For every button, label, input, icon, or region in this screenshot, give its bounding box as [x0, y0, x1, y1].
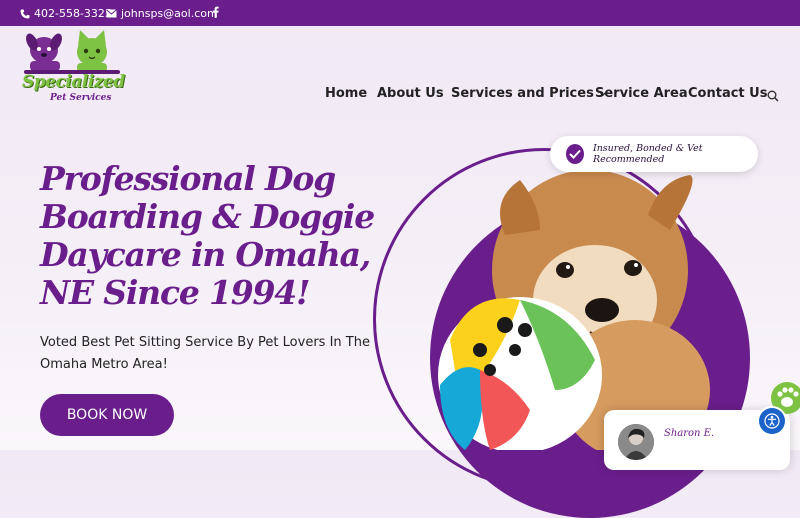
cat-logo-icon	[77, 30, 107, 72]
nav-services-and-prices[interactable]: Services and Prices	[451, 86, 607, 101]
hero-title-line: Daycare in Omaha,	[40, 235, 371, 274]
top-bar: 402-558-3325 johnsps@aol.com	[0, 0, 800, 26]
nav-service-area[interactable]: Service Area	[595, 86, 688, 101]
hero-title: Professional Dog Boarding & Doggie Dayca…	[40, 160, 380, 312]
nav-contact-us[interactable]: Contact Us	[688, 86, 767, 101]
phone-icon	[20, 9, 30, 18]
reviewer-avatar	[618, 424, 654, 460]
nav-contact-us-label: Contact Us	[688, 86, 768, 101]
nav-about-us[interactable]: About Us	[377, 86, 444, 101]
facebook-icon	[212, 6, 219, 18]
hero-title-line: Professional Dog	[40, 159, 336, 198]
facebook-link[interactable]	[212, 6, 219, 18]
reviewer-name: Sharon E.	[664, 428, 715, 439]
site-header: Specialized Pet Services Home About Us S…	[0, 26, 800, 116]
puppy-with-ball-image	[438, 170, 710, 450]
hero-title-line: Boarding & Doggie	[40, 197, 375, 236]
nav-service-area-label: Service Area	[595, 86, 688, 101]
dog-logo-icon	[26, 33, 62, 71]
site-logo[interactable]: Specialized Pet Services	[20, 28, 125, 110]
trust-badge: Insured, Bonded & Vet Recommended	[550, 136, 758, 172]
phone-number: 402-558-3325	[34, 7, 112, 20]
phone-link[interactable]: 402-558-3325	[20, 7, 112, 20]
logo-tagline: Pet Services	[50, 93, 112, 103]
hero-subtitle: Voted Best Pet Sitting Service By Pet Lo…	[40, 335, 370, 372]
nav-services-label: Services and Prices	[451, 86, 594, 101]
email-address: johnsps@aol.com	[121, 7, 218, 20]
nav-home[interactable]: Home	[325, 86, 367, 101]
book-now-button[interactable]: BOOK NOW	[40, 394, 174, 436]
book-now-label: BOOK NOW	[66, 407, 148, 423]
hero-title-line: NE Since 1994!	[40, 273, 310, 312]
nav-about-us-label: About Us	[377, 86, 444, 101]
search-button[interactable]	[767, 87, 779, 106]
envelope-icon	[106, 9, 117, 18]
logo-wordmark: Specialized	[22, 72, 125, 92]
accessibility-button[interactable]	[759, 408, 785, 434]
trust-badge-text: Insured, Bonded & Vet Recommended	[592, 143, 703, 165]
search-icon	[767, 90, 779, 102]
email-link[interactable]: johnsps@aol.com	[106, 7, 218, 20]
check-icon	[566, 144, 584, 164]
accessibility-icon	[764, 413, 780, 429]
nav-home-label: Home	[325, 86, 368, 101]
